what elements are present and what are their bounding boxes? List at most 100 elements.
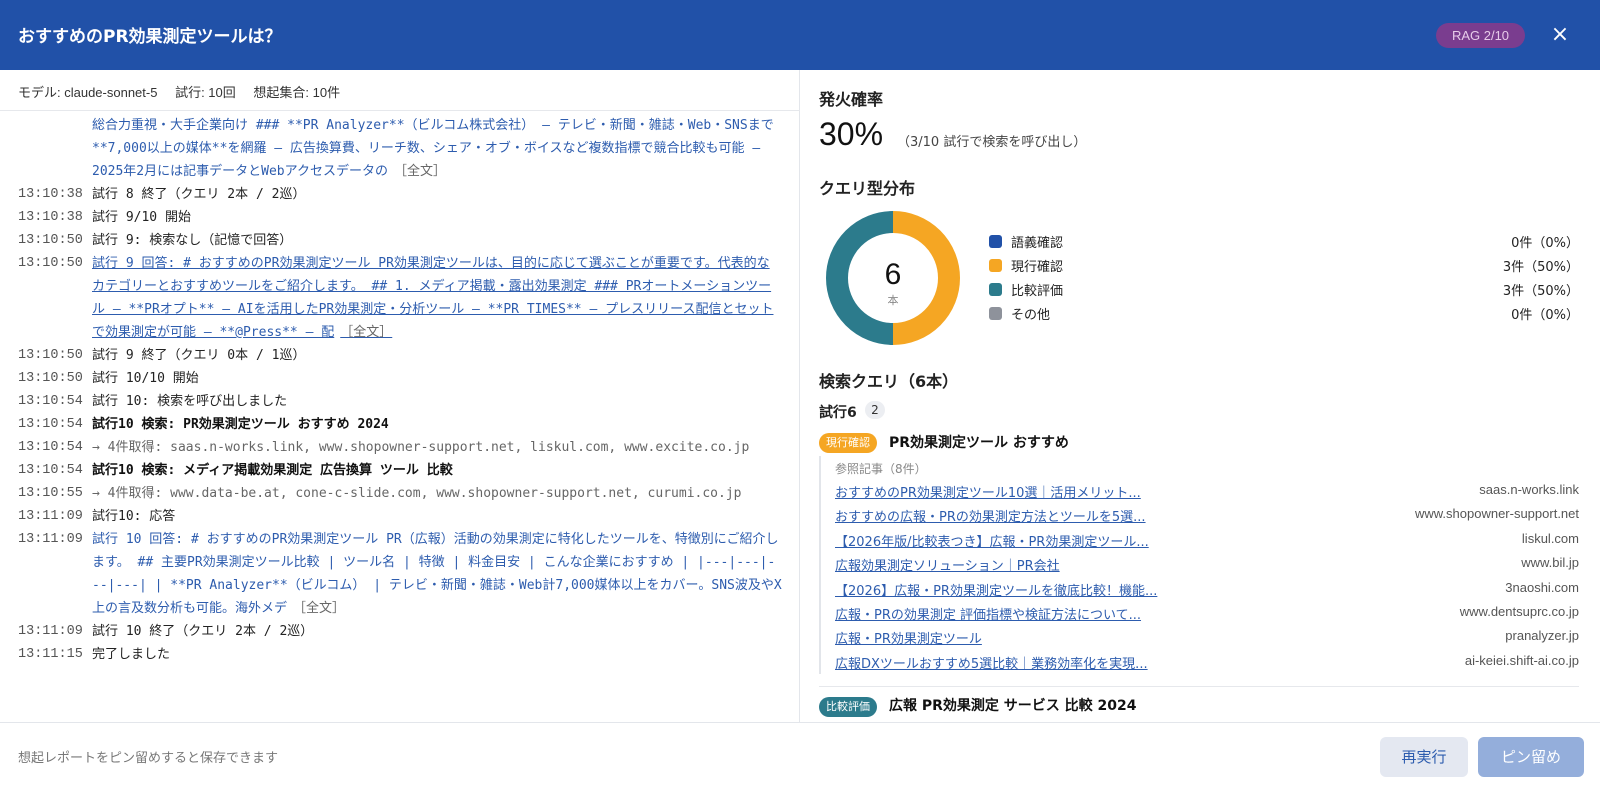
trial-count-badge: 2 — [865, 401, 885, 419]
trials-label: 試行: 10回 — [175, 85, 236, 100]
reference-item: 広報DXツールおすすめ5選比較｜業務効率化を実現... ai-keiei.shif… — [835, 651, 1579, 675]
log-timestamp: 13:10:50 — [18, 348, 83, 363]
legend-swatch — [989, 235, 1002, 248]
log-message: → 4件取得: saas.n-works.link, www.shopowner… — [92, 436, 782, 459]
reference-link[interactable]: 広報・PR効果測定ツール — [835, 628, 982, 647]
reference-link[interactable]: 広報効果測定ソリューション｜PR会社 — [835, 555, 1060, 574]
legend-item: 比較評価 3件（50%） — [989, 278, 1579, 302]
log-line: 13:10:50 試行 9 回答: # おすすめのPR効果測定ツール PR効果測定… — [0, 252, 800, 344]
log-message-text: 試行 9 回答: # おすすめのPR効果測定ツール PR効果測定ツールは、目的に… — [92, 256, 774, 340]
log-message: 試行 9 終了（クエリ 0本 / 1巡） — [92, 344, 782, 367]
reference-item: 広報・PR効果測定ツール pranalyzer.jp — [835, 626, 1579, 650]
log-line: 13:10:38 試行 8 終了（クエリ 2本 / 2巡） — [0, 183, 800, 206]
footer-hint: 想起レポートをピン留めすると保存できます — [18, 751, 279, 766]
full-text-link[interactable]: ［全文］ — [394, 164, 446, 179]
reference-link[interactable]: 広報・PRの効果測定 評価指標や検証方法について... — [835, 604, 1141, 623]
log-line: 13:11:15 完了しました — [0, 643, 800, 666]
log-message: 総合力重視・大手企業向け ### **PR Analyzer**（ビルコム株式会… — [92, 114, 782, 183]
reference-item: おすすめのPR効果測定ツール10選｜活用メリット... saas.n-works.… — [835, 480, 1579, 504]
reference-item: 広報・PRの効果測定 評価指標や検証方法について... www.dentsuprc… — [835, 602, 1579, 626]
log-message-text: 試行 9 終了（クエリ 0本 / 1巡） — [92, 348, 306, 363]
reference-domain: 3naoshi.com — [1505, 579, 1579, 595]
rerun-button[interactable]: 再実行 — [1380, 737, 1468, 777]
reference-domain: pranalyzer.jp — [1505, 628, 1579, 644]
log-message: 試行 10: 検索を呼び出しました — [92, 390, 782, 413]
reference-link[interactable]: 【2026】広報・PR効果測定ツールを徹底比較！機能... — [835, 580, 1157, 599]
log-message-text: 試行10 検索: PR効果測定ツール おすすめ 2024 — [92, 417, 389, 432]
full-text-link[interactable]: ［全文］ — [340, 325, 392, 340]
set-label: 想起集合: 10件 — [253, 85, 341, 100]
reference-count: 参照記事（8件） — [835, 462, 927, 476]
log-message-text: 試行 10 回答: # おすすめのPR効果測定ツール PR（広報）活動の効果測定… — [92, 532, 782, 616]
log-timestamp: 13:10:54 — [18, 463, 83, 478]
log-line: 13:10:54 試行10 検索: PR効果測定ツール おすすめ 2024 — [0, 413, 800, 436]
reference-domain: ai-keiei.shift-ai.co.jp — [1464, 652, 1579, 668]
legend-value: 0件（0%） — [1511, 308, 1579, 323]
query-type-badge: 比較評価 — [819, 697, 877, 717]
log-timestamp — [0, 114, 92, 183]
reference-domain: liskul.com — [1521, 530, 1579, 546]
log-message: 試行 9/10 開始 — [92, 206, 782, 229]
log-line: 13:11:09 試行 10 終了（クエリ 2本 / 2巡） — [0, 620, 800, 643]
log-timestamp: 13:11:09 — [18, 624, 83, 639]
log-message-text: 試行10: 応答 — [92, 509, 176, 524]
log-timestamp: 13:10:50 — [18, 233, 83, 248]
log-line: 13:10:54 試行10 検索: メディア掲載効果測定 広告換算 ツール 比較 — [0, 459, 800, 482]
reference-link[interactable]: 広報DXツールおすすめ5選比較｜業務効率化を実現... — [835, 653, 1148, 672]
divider — [819, 686, 1579, 687]
reference-link[interactable]: おすすめのPR効果測定ツール10選｜活用メリット... — [835, 482, 1141, 501]
reference-item: 【2026年版/比較表つき】広報・PR効果測定ツール... liskul.com — [835, 529, 1579, 553]
log-timestamp: 13:11:15 — [18, 647, 83, 662]
reference-item: 広報効果測定ソリューション｜PR会社 www.bil.jp — [835, 553, 1579, 577]
log-line: 13:10:50 試行 10/10 開始 — [0, 367, 800, 390]
query-text: 広報 PR効果測定 サービス 比較 2024 — [889, 698, 1137, 714]
legend-label: その他 — [1011, 308, 1051, 323]
log-message: → 4件取得: www.data-be.at, cone-c-slide.com… — [92, 482, 782, 505]
pin-button[interactable]: ピン留め — [1478, 737, 1584, 777]
log-message-text: 試行 10 終了（クエリ 2本 / 2巡） — [92, 624, 314, 639]
query-text: PR効果測定ツール おすすめ — [889, 435, 1069, 451]
modal-header: おすすめのPR効果測定ツールは？ RAG 2/10 × — [0, 0, 1600, 70]
log-timestamp: 13:10:55 — [18, 486, 83, 501]
log-timestamp: 13:10:54 — [18, 440, 83, 455]
distribution-legend: 語義確認 0件（0%） 現行確認 3件（50%） 比較評価 3件（50%） その他 0件（0%… — [989, 230, 1579, 326]
log-line: 13:10:38 試行 9/10 開始 — [0, 206, 800, 229]
reference-domain: saas.n-works.link — [1479, 482, 1579, 497]
log-message-text: 試行 8 終了（クエリ 2本 / 2巡） — [92, 187, 306, 202]
log-message-text: 試行10 検索: メディア掲載効果測定 広告換算 ツール 比較 — [92, 463, 453, 478]
log-timestamp: 13:11:09 — [18, 509, 83, 524]
log-message-text: 試行 10/10 開始 — [92, 371, 199, 386]
log-message: 試行 10 回答: # おすすめのPR効果測定ツール PR（広報）活動の効果測定… — [92, 528, 782, 620]
divider — [0, 110, 800, 111]
log-line: 13:11:09 試行 10 回答: # おすすめのPR効果測定ツール PR（広報… — [0, 528, 800, 620]
legend-swatch — [989, 259, 1002, 272]
log-message[interactable]: 試行 9 回答: # おすすめのPR効果測定ツール PR効果測定ツールは、目的に… — [92, 252, 782, 344]
legend-swatch — [989, 283, 1002, 296]
modal-footer: 想起レポートをピン留めすると保存できます 再実行 ピン留め — [0, 722, 1600, 787]
log-line: 13:10:54 → 4件取得: saas.n-works.link, www.… — [0, 436, 800, 459]
reference-link[interactable]: 【2026年版/比較表つき】広報・PR効果測定ツール... — [835, 531, 1149, 550]
donut-svg: 6 本 — [826, 211, 960, 345]
log-message-text: → 4件取得: saas.n-works.link, www.shopowner… — [92, 440, 750, 455]
log-message-text: 試行 9/10 開始 — [92, 210, 191, 225]
donut-total: 6 — [885, 258, 902, 291]
log-message: 試行 9: 検索なし（記憶で回答） — [92, 229, 782, 252]
log-message: 試行 8 終了（クエリ 2本 / 2巡） — [92, 183, 782, 206]
log-pane: モデル: claude-sonnet-5 試行: 10回 想起集合: 10件 総… — [0, 70, 800, 722]
close-icon[interactable]: × — [1547, 22, 1573, 48]
log-timestamp: 13:10:54 — [18, 394, 83, 409]
donut-unit: 本 — [888, 293, 899, 307]
log-message: 試行10 検索: PR効果測定ツール おすすめ 2024 — [92, 413, 782, 436]
log-timestamp: 13:10:38 — [18, 187, 83, 202]
reference-item: おすすめの広報・PRの効果測定方法とツールを5選... www.shopowner… — [835, 504, 1579, 528]
log-message: 試行 10 終了（クエリ 2本 / 2巡） — [92, 620, 782, 643]
log-message-text: 試行 9: 検索なし（記憶で回答） — [92, 233, 293, 248]
reference-domain: www.bil.jp — [1521, 555, 1579, 571]
log-line: 13:10:54 試行 10: 検索を呼び出しました — [0, 390, 800, 413]
legend-label: 語義確認 — [1011, 236, 1064, 251]
reference-link[interactable]: おすすめの広報・PRの効果測定方法とツールを5選... — [835, 506, 1146, 525]
log-line: 13:11:09 試行10: 応答 — [0, 505, 800, 528]
reference-domain: www.dentsuprc.co.jp — [1459, 604, 1579, 619]
log-list[interactable]: 総合力重視・大手企業向け ### **PR Analyzer**（ビルコム株式会… — [0, 114, 800, 722]
full-text-link[interactable]: ［全文］ — [293, 601, 345, 616]
